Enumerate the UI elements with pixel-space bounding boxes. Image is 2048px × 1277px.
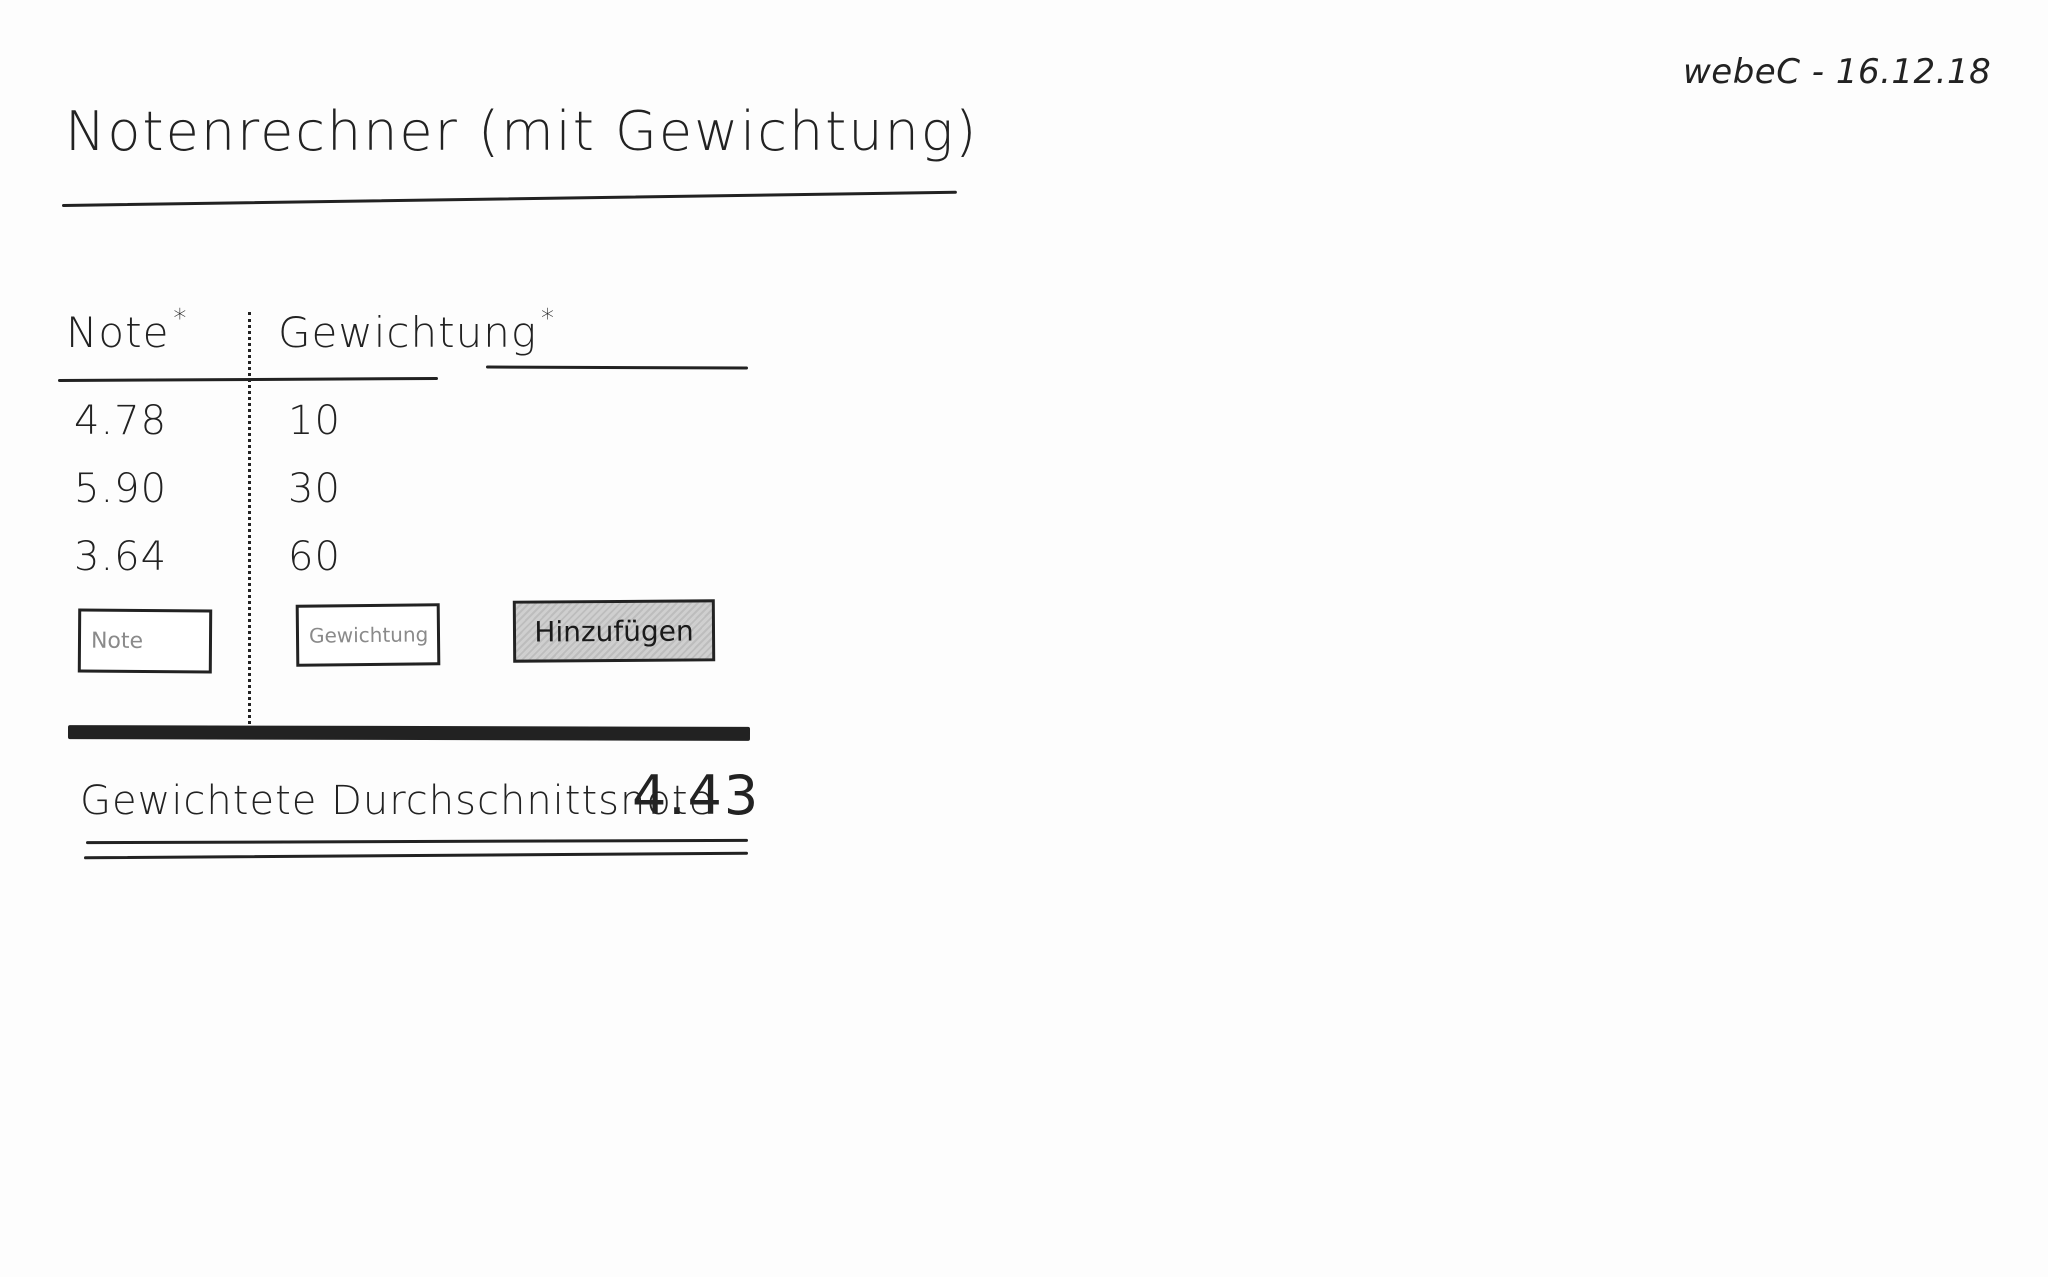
- weighted-average-label: Gewichtete Durchschnittsnote: [80, 778, 715, 824]
- weight-cell: 60: [288, 534, 341, 580]
- result-double-underline: [85, 838, 749, 845]
- header-underline: [485, 365, 749, 370]
- sketch-sheet: webeC - 16.12.18 Notenrechner (mit Gewic…: [0, 0, 2048, 1277]
- column-header-note-label: Note: [66, 308, 170, 357]
- column-header-weight: Gewichtung *: [278, 304, 555, 357]
- column-header-note: Note *: [66, 304, 187, 357]
- weight-cell: 10: [288, 398, 341, 444]
- author-signature: webeC - 16.12.18: [1683, 52, 1992, 92]
- required-marker: *: [173, 304, 188, 334]
- title-underline: [61, 190, 957, 207]
- weight-cell: 30: [288, 466, 341, 512]
- grade-cell: 3.64: [74, 534, 168, 580]
- add-button[interactable]: Hinzufügen: [512, 599, 716, 663]
- required-marker: *: [541, 304, 556, 334]
- grade-cell: 5.90: [74, 466, 168, 512]
- grade-cell: 4.78: [74, 398, 168, 444]
- result-double-underline: [83, 851, 749, 860]
- weight-input[interactable]: [295, 603, 441, 667]
- weighted-average-value: 4.43: [632, 764, 761, 827]
- column-header-weight-label: Gewichtung: [278, 308, 538, 357]
- result-separator: [67, 725, 751, 741]
- page-title: Notenrechner (mit Gewichtung): [65, 100, 979, 163]
- column-divider: [248, 312, 251, 724]
- grade-input[interactable]: [77, 608, 213, 674]
